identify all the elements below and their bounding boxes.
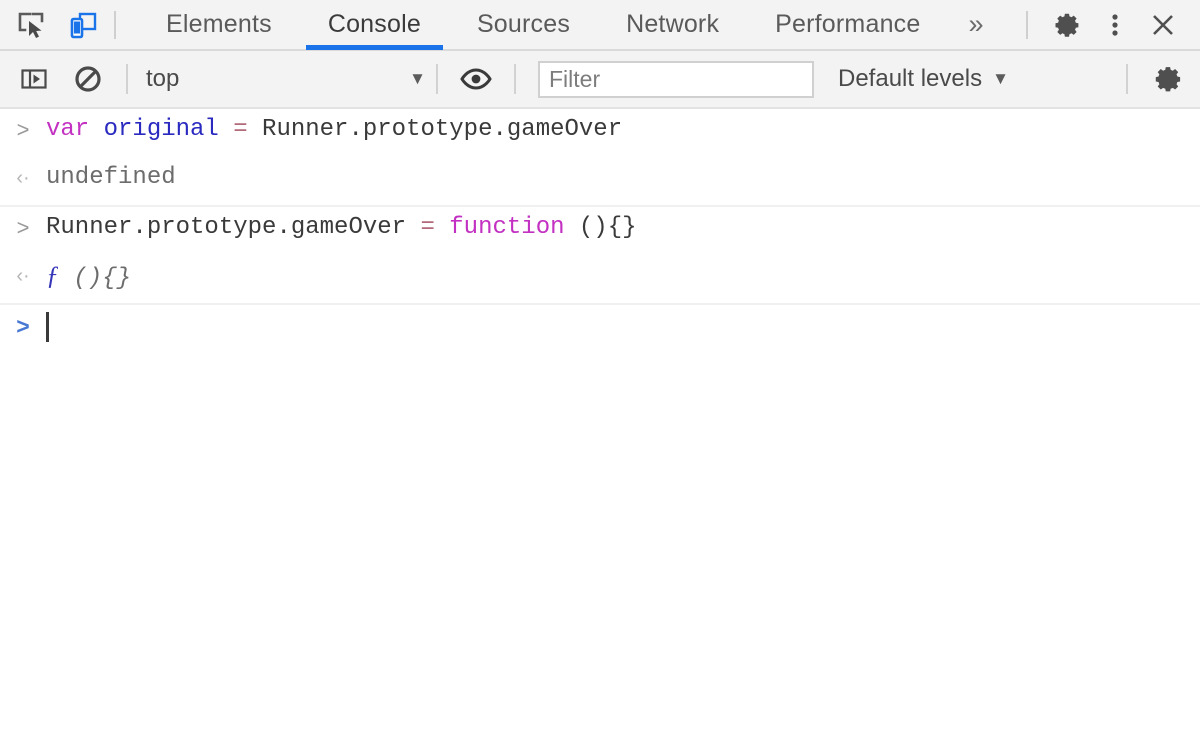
devtools-tab-bar: Elements Console Sources Network Perform… (0, 0, 1200, 51)
token-operator: = (218, 116, 263, 143)
text-cursor (46, 312, 49, 342)
console-message-text: Runner.prototype.gameOver = function (){… (46, 211, 1200, 245)
toolbar-divider-2 (436, 64, 438, 94)
token-fn-glyph: ƒ (46, 261, 59, 290)
output-arrow-icon: ‹· (16, 167, 30, 189)
console-sidebar-icon[interactable] (16, 61, 52, 97)
token-fn-body: (){} (59, 265, 132, 292)
execution-context-value: top (146, 65, 180, 92)
console-message-list[interactable]: > var original = Runner.prototype.gameOve… (0, 109, 1200, 743)
clear-console-icon[interactable] (70, 61, 106, 97)
eye-icon[interactable] (458, 61, 494, 97)
tab-sources-label: Sources (476, 10, 571, 38)
tab-elements-label: Elements (166, 10, 272, 38)
prompt-arrow-icon: > (16, 313, 30, 339)
console-messages: > var original = Runner.prototype.gameOve… (0, 109, 1200, 305)
more-tabs-label: » (968, 9, 984, 39)
console-message-input: > Runner.prototype.gameOver = function ()… (0, 207, 1200, 255)
chevron-down-icon: ▼ (992, 69, 1009, 88)
more-tabs-chevron-icon[interactable]: » (948, 0, 1003, 50)
tab-console-label: Console (327, 10, 421, 38)
input-arrow-icon: > (16, 117, 30, 142)
tab-console[interactable]: Console (300, 0, 449, 50)
token-ident: original (103, 116, 219, 143)
console-toolbar: top ▼ Default levels ▼ (0, 51, 1200, 109)
console-message-output: ‹· ƒ (){} (0, 255, 1200, 305)
tab-performance-label: Performance (775, 10, 921, 38)
tab-sources[interactable]: Sources (449, 0, 598, 50)
token-keyword: function (449, 214, 565, 241)
console-prompt-row[interactable]: > (0, 305, 1200, 353)
token-operator: = (406, 214, 450, 241)
tab-bar-divider (114, 10, 116, 39)
toolbar-divider-4 (1126, 64, 1128, 94)
settings-gear-icon[interactable] (1044, 2, 1090, 48)
tab-bar-left-icons (0, 8, 100, 42)
console-message-text: undefined (46, 161, 1200, 195)
token-plain: (){} (564, 214, 637, 241)
console-message-input: > var original = Runner.prototype.gameOve… (0, 109, 1200, 157)
more-options-icon[interactable] (1092, 2, 1138, 48)
console-settings-gear-icon[interactable] (1150, 61, 1186, 97)
tab-network[interactable]: Network (598, 0, 747, 50)
device-toolbar-icon[interactable] (66, 8, 100, 42)
filter-input[interactable] (538, 60, 814, 98)
tab-bar-right-buttons (1012, 2, 1200, 48)
chevron-down-icon: ▼ (409, 69, 426, 88)
tab-bar-right-divider (1026, 10, 1028, 39)
toolbar-right-group (1126, 61, 1200, 97)
execution-context-select[interactable]: top ▼ (128, 65, 436, 93)
inspect-element-icon[interactable] (14, 8, 48, 42)
log-levels-select[interactable]: Default levels ▼ (814, 65, 1033, 93)
input-arrow-icon: > (16, 215, 30, 240)
tab-list: Elements Console Sources Network Perform… (138, 0, 1004, 50)
close-devtools-icon[interactable] (1140, 2, 1186, 48)
console-prompt-input[interactable] (46, 309, 1200, 347)
output-arrow-icon: ‹· (16, 265, 30, 287)
console-message-text: ƒ (){} (46, 259, 1200, 296)
token-plain: Runner.prototype.gameOver (46, 214, 407, 241)
token-keyword: var (46, 116, 104, 143)
token-plain: Runner.prototype.gameOver (262, 116, 623, 143)
tab-performance[interactable]: Performance (747, 0, 948, 50)
tab-elements[interactable]: Elements (138, 0, 300, 50)
log-levels-value: Default levels (838, 65, 983, 92)
console-message-text: var original = Runner.prototype.gameOver (46, 113, 1200, 147)
toolbar-divider-3 (514, 64, 516, 94)
console-message-output: ‹· undefined (0, 157, 1200, 207)
tab-network-label: Network (626, 10, 720, 38)
token-undef: undefined (46, 164, 176, 191)
